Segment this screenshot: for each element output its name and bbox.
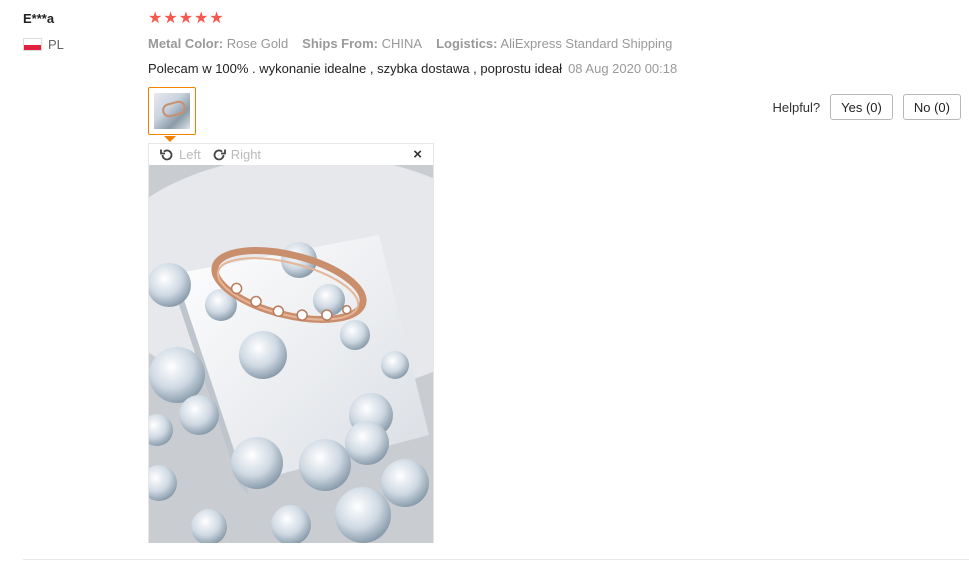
review-body: Polecam w 100% . wykonanie idealne , szy…	[148, 61, 677, 76]
attribute-key: Metal Color:	[148, 36, 224, 51]
helpful-yes-button[interactable]: Yes (0)	[830, 94, 893, 120]
star-icon: ★	[163, 10, 178, 27]
country-code: PL	[48, 37, 64, 52]
helpful-vote: Helpful? Yes (0) No (0)	[772, 94, 961, 120]
poland-flag-icon	[23, 38, 42, 51]
rotate-right-label: Right	[230, 147, 262, 162]
review-attributes: Metal Color: Rose Gold Ships From: CHINA…	[148, 36, 672, 51]
thumbnail-selected-pointer	[164, 136, 176, 142]
thumbnail-image	[154, 93, 190, 129]
rotate-left-button[interactable]: Left	[159, 147, 201, 163]
helpful-label: Helpful?	[772, 99, 821, 115]
attribute-value: AliExpress Standard Shipping	[500, 36, 673, 51]
attribute-ships-from: Ships From: CHINA	[302, 36, 422, 51]
rotate-right-button[interactable]: Right	[211, 147, 261, 163]
review-text: Polecam w 100% . wykonanie idealne , szy…	[148, 61, 563, 76]
review-date: 08 Aug 2020 00:18	[568, 61, 678, 76]
rotate-left-icon	[160, 149, 173, 160]
attribute-metal-color: Metal Color: Rose Gold	[148, 36, 288, 51]
rotate-right-icon	[213, 149, 226, 160]
star-icon: ★	[178, 10, 194, 27]
star-rating: ★ ★ ★ ★ ★	[148, 11, 224, 27]
close-icon[interactable]: ×	[413, 146, 422, 163]
attribute-logistics: Logistics: AliExpress Standard Shipping	[436, 36, 672, 51]
attribute-key: Ships From:	[302, 36, 379, 51]
star-icon: ★	[148, 10, 163, 27]
bracelet-photo	[149, 165, 433, 543]
reviewer-name: E***a	[23, 11, 55, 26]
attribute-value: Rose Gold	[226, 36, 289, 51]
reviewer-country: PL	[23, 37, 64, 52]
review-photo	[149, 165, 433, 543]
helpful-no-button[interactable]: No (0)	[902, 94, 961, 120]
attribute-value: CHINA	[381, 36, 423, 51]
photo-viewer-toolbar: Left Right ×	[149, 144, 433, 165]
review-photo-thumbnail[interactable]	[148, 87, 196, 135]
rotate-left-label: Left	[179, 147, 201, 162]
review-divider	[23, 559, 969, 560]
attribute-key: Logistics:	[436, 36, 498, 51]
star-icon: ★	[194, 10, 209, 27]
star-icon: ★	[209, 10, 224, 27]
photo-viewer: Left Right ×	[148, 143, 434, 543]
